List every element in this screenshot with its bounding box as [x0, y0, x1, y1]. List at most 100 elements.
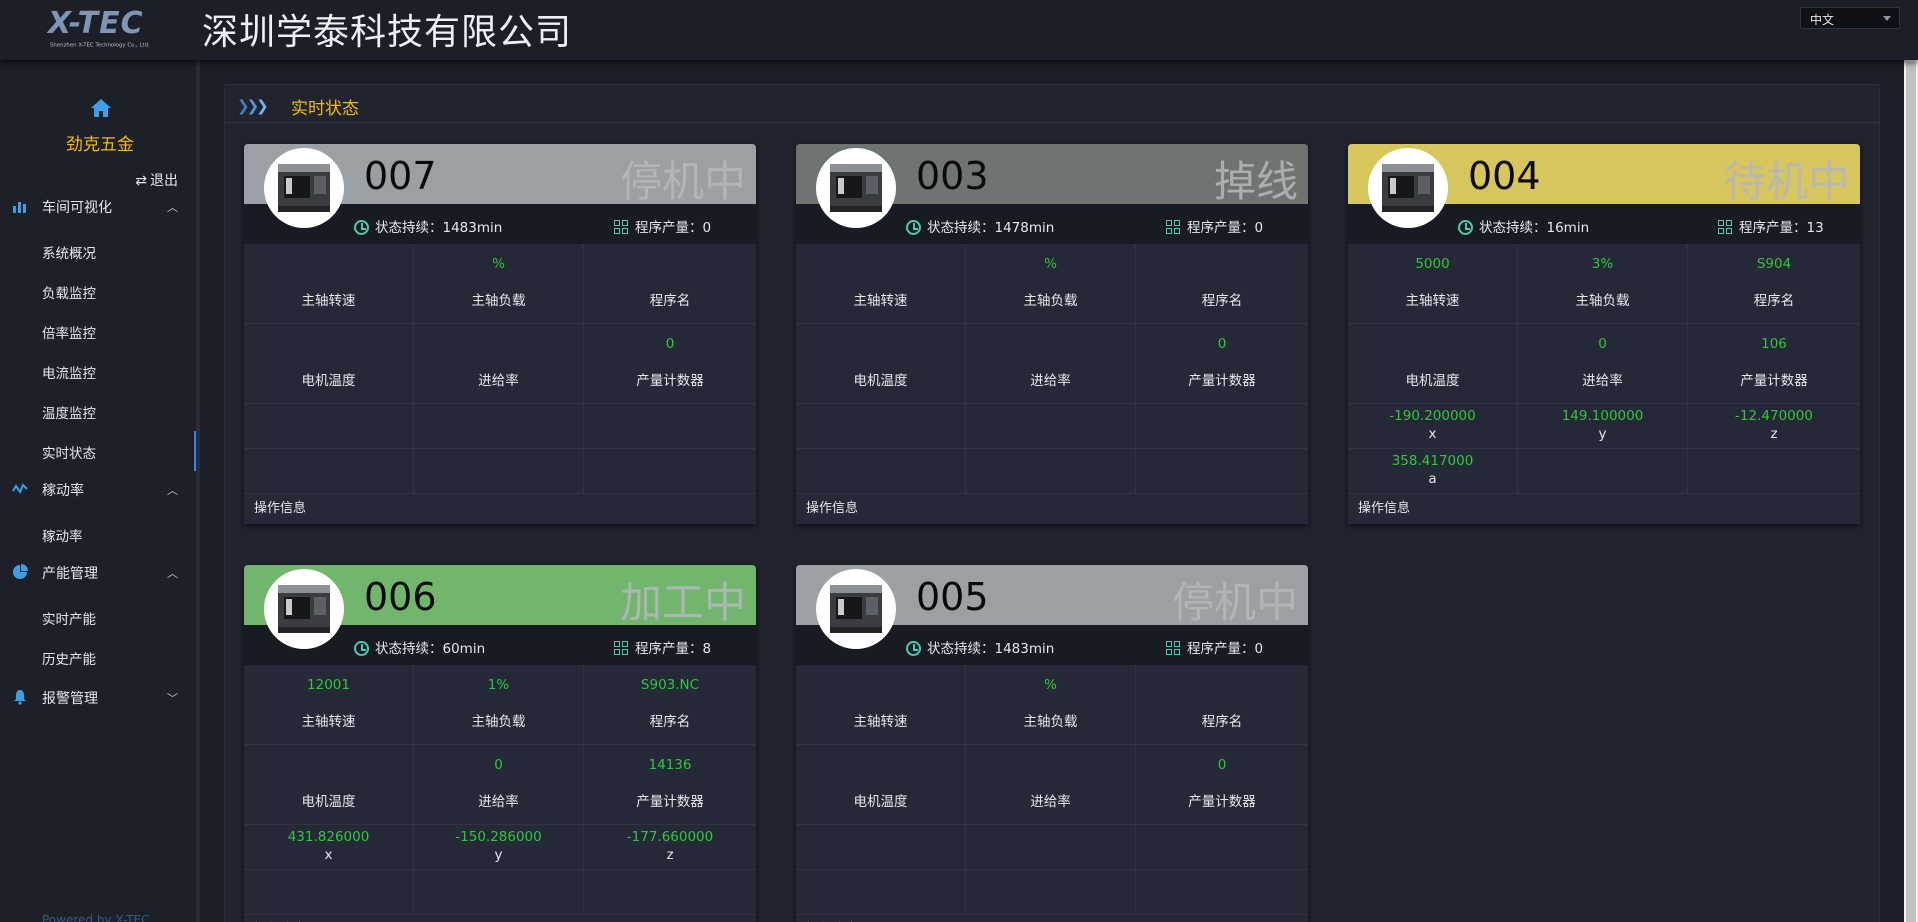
nav-item-history-capacity[interactable]: 历史产能 — [0, 637, 196, 677]
sidebar: 劲克五金 ⇄ 退出 车间可视化 ︿ 系统概况 负载监控 倍率监控 电流监控 温度监… — [0, 60, 200, 922]
operation-info[interactable]: 操作信息 — [254, 497, 306, 516]
scrollbar-thumb[interactable] — [1906, 62, 1916, 922]
machine-card-005[interactable]: 005 停机中 状态持续：1483min 程序产量：0 主轴转速 % 主轴负载 程… — [796, 565, 1308, 922]
card-header: 006 加工中 — [244, 565, 756, 649]
feed-rate-label: 进给率 — [478, 373, 519, 389]
spindle-speed-label: 主轴转速 — [301, 293, 356, 309]
axis-y-cell — [966, 825, 1136, 869]
production-value: 8 — [702, 641, 712, 657]
spindle-load-cell: % 主轴负载 — [966, 244, 1136, 323]
spindle-load-value: % — [1044, 677, 1057, 693]
operation-info[interactable]: 操作信息 — [254, 918, 306, 922]
counter-cell: 0 产量计数器 — [1136, 324, 1308, 403]
motor-temp-label: 电机温度 — [853, 373, 908, 389]
axis-row — [796, 870, 1308, 915]
duration-label: 状态持续： — [1479, 220, 1547, 236]
counter-cell: 0 产量计数器 — [1136, 745, 1308, 824]
spindle-load-value: 1% — [487, 677, 510, 693]
program-production: 程序产量：0 — [1166, 216, 1263, 236]
axis-z-value: -177.660000 — [626, 829, 714, 845]
spindle-speed-cell: 主轴转速 — [796, 244, 966, 323]
counter-label: 产量计数器 — [1188, 373, 1256, 389]
axis-x-cell: -190.200000 x — [1348, 404, 1518, 448]
motor-temp-label: 电机温度 — [301, 373, 356, 389]
spindle-load-value: 3% — [1591, 256, 1614, 272]
duration-label: 状态持续： — [375, 220, 443, 236]
production-label: 程序产量： — [1739, 220, 1807, 236]
duration-label: 状态持续： — [927, 220, 995, 236]
metrics-grid: 12001 主轴转速 1% 主轴负载 S903.NC 程序名 电机温度 0 进给率 14… — [244, 665, 756, 915]
empty-cell — [1136, 870, 1308, 914]
axis-row: 431.826000 x -150.286000 y -177.660000 z — [244, 825, 756, 870]
axis-row — [796, 404, 1308, 449]
operation-info[interactable]: 操作信息 — [806, 497, 858, 516]
feed-rate-label: 进给率 — [1030, 794, 1071, 810]
feed-rate-label: 进给率 — [478, 794, 519, 810]
axis-row: 358.417000 a — [1348, 449, 1860, 494]
spindle-load-label: 主轴负载 — [1575, 293, 1630, 309]
motor-temp-cell: 电机温度 — [244, 324, 414, 403]
metrics-row: 电机温度 进给率 0 产量计数器 — [796, 324, 1308, 404]
chevrons-right-icon: ❯❯❯ — [237, 97, 269, 115]
home-icon[interactable] — [90, 98, 112, 118]
spindle-load-cell: 3% 主轴负载 — [1518, 244, 1688, 323]
nav-group-utilization[interactable]: 稼动率 ︿ — [0, 469, 196, 509]
powered-by: Powered by X-TEC — [42, 913, 150, 922]
counter-label: 产量计数器 — [636, 794, 704, 810]
machine-card-007[interactable]: 007 停机中 状态持续：1483min 程序产量：0 主轴转速 % 主轴负载 程… — [244, 144, 756, 524]
clock-icon — [354, 641, 369, 656]
nav-item-utilization[interactable]: 稼动率 — [0, 514, 196, 554]
counter-cell: 14136 产量计数器 — [584, 745, 756, 824]
company-name: 深圳学泰科技有限公司 — [202, 12, 573, 53]
machine-card-003[interactable]: 003 掉线 状态持续：1478min 程序产量：0 主轴转速 % 主轴负载 程序… — [796, 144, 1308, 524]
program-name-value: S904 — [1756, 256, 1792, 272]
nav-group-label: 车间可视化 — [42, 200, 112, 216]
duration-label: 状态持续： — [375, 641, 443, 657]
empty-cell — [414, 870, 584, 914]
machine-card-006[interactable]: 006 加工中 状态持续：60min 程序产量：8 12001 主轴转速 1% 主轴… — [244, 565, 756, 922]
empty-cell — [1518, 449, 1688, 493]
nav-item-current[interactable]: 电流监控 — [0, 351, 196, 391]
nav-item-temperature[interactable]: 温度监控 — [0, 391, 196, 431]
operation-info[interactable]: 操作信息 — [806, 918, 858, 922]
machine-image — [816, 569, 896, 649]
metrics-grid: 主轴转速 % 主轴负载 程序名 电机温度 进给率 0 产量计数器 — [796, 665, 1308, 915]
empty-cell — [414, 449, 584, 493]
nav-group-capacity[interactable]: 产能管理 ︿ — [0, 552, 196, 592]
company-logo[interactable]: X-TEC Shenzhen X-TEC Technology Co., Ltd… — [48, 6, 158, 54]
nav-item-load[interactable]: 负载监控 — [0, 271, 196, 311]
status-duration: 状态持续：1483min — [906, 637, 1054, 657]
spindle-load-label: 主轴负载 — [471, 714, 526, 730]
nav-group-alarms[interactable]: 报警管理 ﹀ — [0, 677, 196, 717]
machine-status: 加工中 — [619, 578, 746, 627]
nav-item-rate[interactable]: 倍率监控 — [0, 311, 196, 351]
empty-cell — [584, 870, 756, 914]
axis-x-cell — [796, 404, 966, 448]
axis-row — [796, 825, 1308, 870]
motor-temp-label: 电机温度 — [301, 794, 356, 810]
machine-status: 掉线 — [1213, 157, 1298, 206]
nav-item-realtime-capacity[interactable]: 实时产能 — [0, 597, 196, 637]
program-name-cell: 程序名 — [584, 244, 756, 323]
counter-value: 14136 — [648, 757, 692, 773]
axis-y-label: y — [494, 847, 503, 863]
pie-chart-icon — [13, 564, 28, 579]
language-selected: 中文 — [1810, 13, 1835, 27]
machine-code: 004 — [1468, 154, 1541, 198]
card-header: 004 待机中 — [1348, 144, 1860, 228]
program-name-label: 程序名 — [1201, 293, 1243, 309]
axis-a-cell — [796, 870, 966, 914]
nav-item-overview[interactable]: 系统概况 — [0, 231, 196, 271]
axis-row: -190.200000 x 149.100000 y -12.470000 z — [1348, 404, 1860, 449]
program-name-cell: S904 程序名 — [1688, 244, 1860, 323]
operation-info[interactable]: 操作信息 — [1358, 497, 1410, 516]
logo-text: X-TEC — [48, 6, 144, 41]
axis-z-label: z — [1770, 426, 1778, 442]
nav-group-workshop[interactable]: 车间可视化 ︿ — [0, 186, 196, 226]
counter-value: 0 — [1217, 757, 1227, 773]
feed-rate-value: 0 — [494, 757, 503, 773]
chevron-up-icon: ︿ — [167, 484, 178, 497]
nav-item-realtime-status[interactable]: 实时状态 — [0, 431, 196, 471]
machine-card-004[interactable]: 004 待机中 状态持续：16min 程序产量：13 5000 主轴转速 3% 主轴… — [1348, 144, 1860, 524]
language-select[interactable]: 中文 — [1800, 7, 1900, 29]
